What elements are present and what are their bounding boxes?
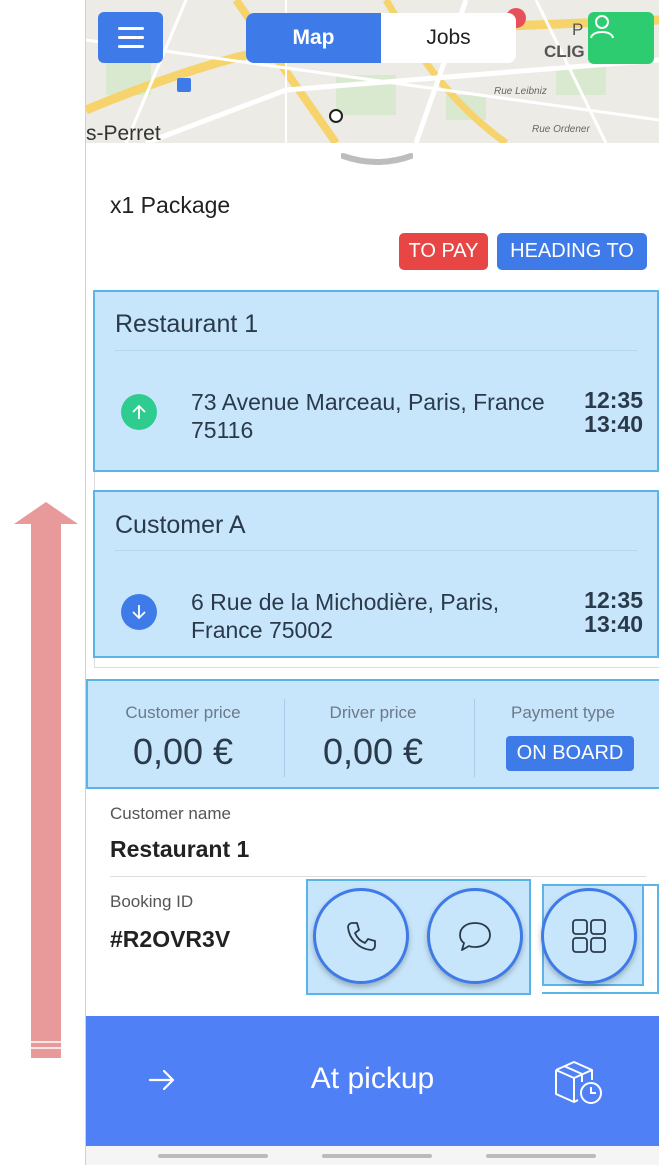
map-street-label: Rue Leibniz	[494, 86, 547, 97]
driver-price: Driver price 0,00 €	[278, 681, 468, 787]
user-icon	[590, 15, 614, 39]
stop-address: 73 Avenue Marceau, Paris, France 75116	[191, 389, 545, 443]
tab-map[interactable]: Map	[246, 13, 381, 63]
customer-price-label: Customer price	[125, 703, 241, 722]
chat-icon	[459, 922, 491, 951]
nav-home-pill[interactable]	[322, 1154, 432, 1158]
payment-type: Payment type ON BOARD	[468, 681, 658, 787]
divider	[115, 350, 637, 351]
map-area-label: CLIG	[544, 42, 585, 61]
message-button[interactable]	[427, 888, 523, 984]
nav-recents-pill[interactable]	[486, 1154, 596, 1158]
up-arrow-annotation	[14, 502, 78, 1058]
stop-time-window: 12:35 13:40	[584, 388, 643, 436]
stop-time-end: 13:40	[584, 411, 643, 437]
stop-time-window: 12:35 13:40	[584, 588, 643, 636]
map-view[interactable]: Rue Leibniz Rue Ordener CLIG P s-Perret …	[86, 0, 659, 143]
stop-time-start: 12:35	[584, 387, 643, 413]
phone-screen: Rue Leibniz Rue Ordener CLIG P s-Perret …	[86, 0, 659, 1165]
price-summary: Customer price 0,00 € Driver price 0,00 …	[86, 679, 659, 789]
customer-name-value: Restaurant 1	[110, 836, 250, 862]
stop-card-dropoff[interactable]: Customer A 6 Rue de la Michodière, Paris…	[93, 490, 659, 658]
hamburger-icon	[117, 27, 144, 30]
booking-id-value: #R2OVR3V	[110, 926, 231, 952]
arrow-up-icon	[121, 394, 157, 430]
grid-icon	[572, 919, 606, 953]
more-actions-button[interactable]	[541, 888, 637, 984]
stop-card-pickup[interactable]: Restaurant 1 73 Avenue Marceau, Paris, F…	[93, 290, 659, 472]
stop-time-start: 12:35	[584, 587, 643, 613]
customer-name-label: Customer name	[110, 804, 231, 823]
customer-price-value: 0,00 €	[132, 731, 234, 772]
sheet-collapse-handle[interactable]	[341, 152, 413, 168]
driver-price-label: Driver price	[329, 703, 417, 722]
customer-price: Customer price 0,00 €	[88, 681, 278, 787]
status-badge-to-pay: TO PAY	[399, 233, 488, 270]
map-area-label: P	[572, 20, 584, 39]
phone-icon	[347, 922, 376, 951]
tab-jobs[interactable]: Jobs	[381, 13, 516, 63]
stop-name: Customer A	[115, 511, 246, 539]
call-button[interactable]	[313, 888, 409, 984]
stop-name: Restaurant 1	[115, 310, 259, 338]
view-toggle: Map Jobs	[246, 13, 516, 63]
arrow-down-icon	[121, 594, 157, 630]
payment-type-badge: ON BOARD	[506, 736, 634, 771]
hamburger-icon-line	[117, 45, 144, 48]
map-street-label: Rue Ordener	[532, 124, 590, 135]
menu-button[interactable]	[98, 12, 163, 63]
profile-button[interactable]	[588, 12, 654, 64]
driver-price-value: 0,00 €	[322, 731, 424, 772]
status-badge-heading-to: HEADING TO	[497, 233, 647, 270]
payment-type-label: Payment type	[511, 703, 615, 722]
hamburger-icon-line	[117, 36, 144, 39]
booking-id-label: Booking ID	[110, 892, 194, 911]
status-action-bar[interactable]: At pickup	[86, 1016, 659, 1146]
stop-time-end: 13:40	[584, 611, 643, 637]
job-title: x1 Package	[110, 192, 231, 218]
divider	[115, 550, 637, 551]
package-clock-icon[interactable]	[550, 1056, 606, 1106]
map-place-label: s-Perret	[86, 122, 161, 143]
nav-back-pill[interactable]	[158, 1154, 268, 1158]
system-nav-bar	[86, 1146, 659, 1165]
stop-address: 6 Rue de la Michodière, Paris, France 75…	[191, 589, 500, 643]
divider	[110, 876, 646, 877]
